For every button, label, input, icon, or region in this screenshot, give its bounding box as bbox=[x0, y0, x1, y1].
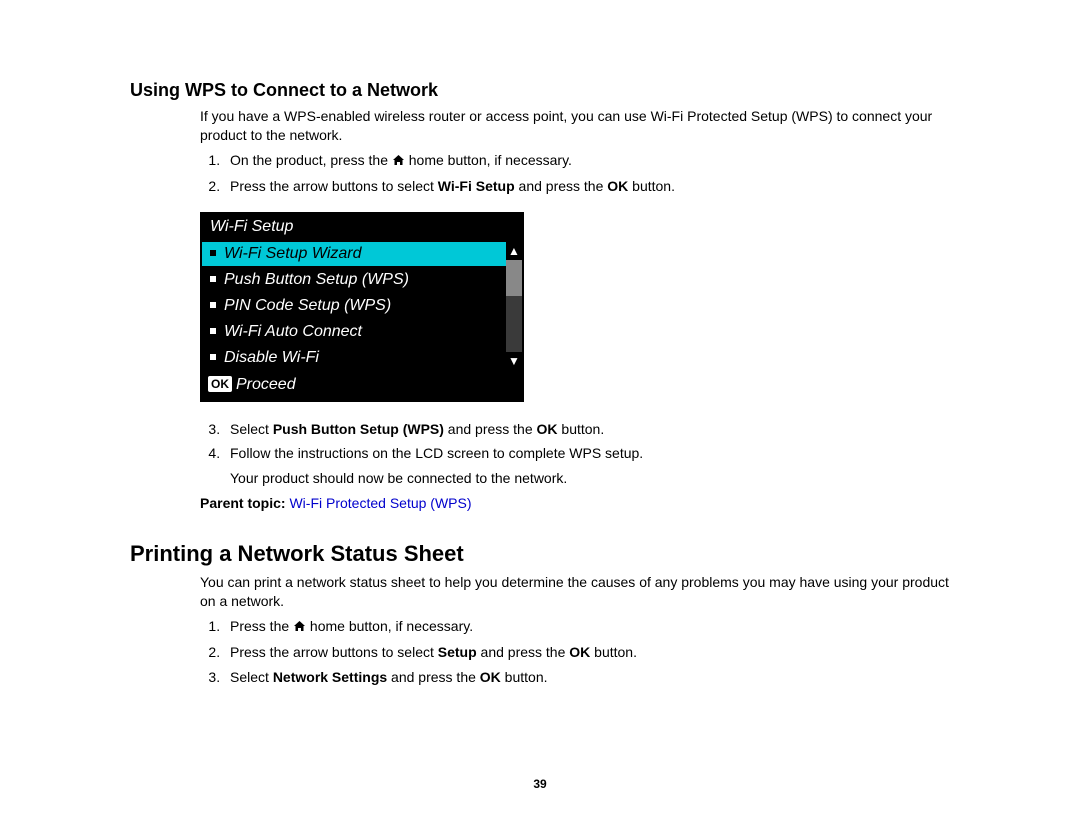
lcd-footer: OKProceed bbox=[202, 370, 522, 400]
section2-heading: Printing a Network Status Sheet bbox=[130, 541, 950, 567]
lcd-item: PIN Code Setup (WPS) bbox=[202, 292, 506, 318]
home-icon bbox=[392, 152, 405, 171]
lcd-menu-list: Wi-Fi Setup Wizard Push Button Setup (WP… bbox=[202, 242, 506, 370]
scroll-up-arrow-icon: ▲ bbox=[506, 242, 522, 260]
section2-step1: Press the home button, if necessary. bbox=[224, 617, 950, 637]
page-number: 39 bbox=[130, 777, 950, 791]
section1-steps-cont: Select Push Button Setup (WPS) and press… bbox=[200, 420, 950, 489]
lcd-item: Push Button Setup (WPS) bbox=[202, 266, 506, 292]
section2-step2: Press the arrow buttons to select Setup … bbox=[224, 643, 950, 662]
section1-step4: Follow the instructions on the LCD scree… bbox=[224, 444, 950, 488]
lcd-ok-badge: OK bbox=[208, 376, 232, 392]
section2-intro: You can print a network status sheet to … bbox=[200, 573, 950, 611]
lcd-item: Wi-Fi Auto Connect bbox=[202, 318, 506, 344]
section1-heading: Using WPS to Connect to a Network bbox=[130, 80, 950, 101]
section1-intro: If you have a WPS-enabled wireless route… bbox=[200, 107, 950, 145]
lcd-scrollbar: ▲ ▼ bbox=[506, 242, 522, 370]
lcd-screenshot: Wi-Fi Setup Wi-Fi Setup Wizard Push Butt… bbox=[200, 212, 524, 402]
lcd-item: Disable Wi-Fi bbox=[202, 344, 506, 370]
scroll-track bbox=[506, 260, 522, 352]
scroll-down-arrow-icon: ▼ bbox=[506, 352, 522, 370]
section2-steps: Press the home button, if necessary. Pre… bbox=[200, 617, 950, 687]
parent-topic: Parent topic: Wi-Fi Protected Setup (WPS… bbox=[200, 494, 950, 513]
lcd-title: Wi-Fi Setup bbox=[202, 214, 522, 242]
section1-step4-note: Your product should now be connected to … bbox=[230, 469, 950, 488]
lcd-item-selected: Wi-Fi Setup Wizard bbox=[202, 242, 506, 266]
parent-topic-link[interactable]: Wi-Fi Protected Setup (WPS) bbox=[289, 495, 471, 511]
scroll-thumb bbox=[506, 260, 522, 297]
section1-steps: On the product, press the home button, i… bbox=[200, 151, 950, 196]
home-icon bbox=[293, 618, 306, 637]
section2-step3: Select Network Settings and press the OK… bbox=[224, 668, 950, 687]
section1-step3: Select Push Button Setup (WPS) and press… bbox=[224, 420, 950, 439]
section1-step1: On the product, press the home button, i… bbox=[224, 151, 950, 171]
section1-step2: Press the arrow buttons to select Wi-Fi … bbox=[224, 177, 950, 196]
